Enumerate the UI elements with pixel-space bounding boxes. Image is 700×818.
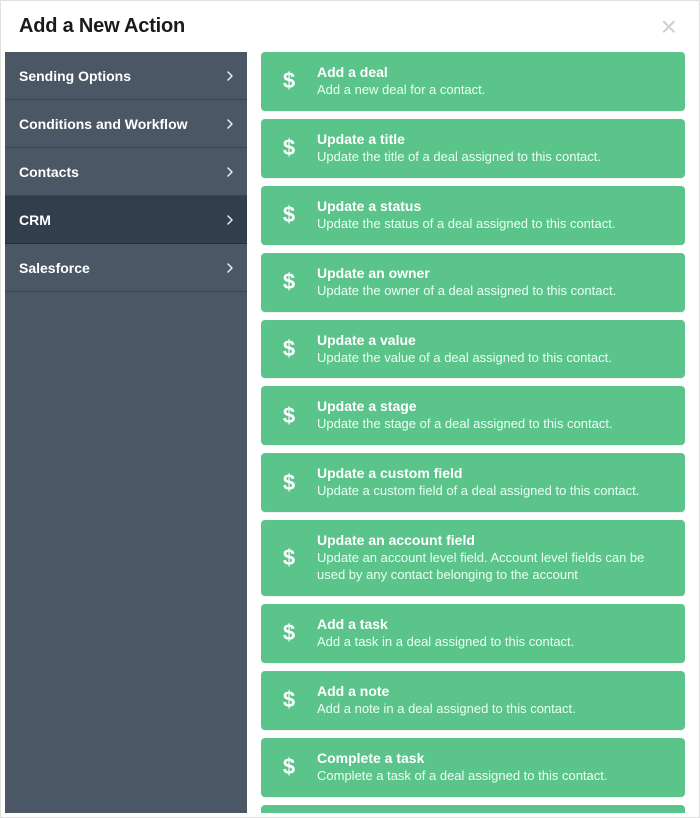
- action-description: Update the status of a deal assigned to …: [317, 216, 671, 233]
- action-title: Update an account field: [317, 532, 671, 548]
- dollar-icon: $: [275, 269, 303, 295]
- chevron-right-icon: [227, 263, 233, 273]
- dollar-icon: $: [275, 545, 303, 571]
- action-text: Update an account field Update an account…: [317, 532, 671, 584]
- sidebar-item-contacts[interactable]: Contacts: [5, 148, 247, 196]
- action-card-update-a-stage[interactable]: $ Update a stage Update the stage of a dea…: [261, 386, 685, 445]
- sidebar-item-crm[interactable]: CRM: [5, 196, 247, 244]
- action-description: Update the value of a deal assigned to t…: [317, 350, 671, 367]
- action-text: Update a value Update the value of a deal…: [317, 332, 671, 367]
- action-description: Add a new deal for a contact.: [317, 82, 671, 99]
- action-description: Add a task in a deal assigned to this co…: [317, 634, 671, 651]
- action-text: Add a deal Add a new deal for a contact.: [317, 64, 671, 99]
- sidebar-item-label: CRM: [19, 212, 51, 228]
- chevron-right-icon: [227, 119, 233, 129]
- dollar-icon: $: [275, 687, 303, 713]
- action-title: Update a custom field: [317, 465, 671, 481]
- dollar-icon: $: [275, 202, 303, 228]
- action-title: Update a value: [317, 332, 671, 348]
- action-description: Update the owner of a deal assigned to t…: [317, 283, 671, 300]
- action-description: Add a note in a deal assigned to this co…: [317, 701, 671, 718]
- action-card-update-a-value[interactable]: $ Update a value Update the value of a dea…: [261, 320, 685, 379]
- action-card-update-an-owner[interactable]: $ Update an owner Update the owner of a de…: [261, 253, 685, 312]
- action-description: Update an account level field. Account l…: [317, 550, 671, 584]
- dollar-icon: $: [275, 336, 303, 362]
- sidebar-item-salesforce[interactable]: Salesforce: [5, 244, 247, 292]
- sidebar-item-label: Sending Options: [19, 68, 131, 84]
- action-card-update-a-custom-field[interactable]: $Update a custom fieldUpdate a custom fi…: [261, 453, 685, 512]
- action-card-add-a-note[interactable]: $ Add a note Add a note in a deal assigned…: [261, 671, 685, 730]
- action-title: Add a note: [317, 683, 671, 699]
- action-card-update-a-title[interactable]: $ Update a title Update the title of a dea…: [261, 119, 685, 178]
- sidebar-item-label: Salesforce: [19, 260, 90, 276]
- action-text: Update an owner Update the owner of a dea…: [317, 265, 671, 300]
- action-description: Update a custom field of a deal assigned…: [317, 483, 671, 500]
- action-text: Update a stage Update the stage of a deal…: [317, 398, 671, 433]
- action-text: Update a title Update the title of a deal…: [317, 131, 671, 166]
- sidebar-item-label: Conditions and Workflow: [19, 116, 188, 132]
- action-text: Update a status Update the status of a de…: [317, 198, 671, 233]
- action-card-update-an-account-field[interactable]: $Update an account fieldUpdate an accoun…: [261, 520, 685, 596]
- dollar-icon: $: [275, 68, 303, 94]
- action-title: Update an owner: [317, 265, 671, 281]
- close-icon[interactable]: ×: [657, 17, 681, 37]
- add-action-modal: Add a New Action × Sending Options Condit…: [0, 0, 700, 818]
- dollar-icon: $: [275, 135, 303, 161]
- sidebar-item-conditions-and-workflow[interactable]: Conditions and Workflow: [5, 100, 247, 148]
- action-card-adjust-a-deal-score[interactable]: $Adjust a deal scoreAdd or remove points…: [261, 805, 685, 813]
- action-title: Add a deal: [317, 64, 671, 80]
- sidebar-item-sending-options[interactable]: Sending Options: [5, 52, 247, 100]
- action-description: Update the stage of a deal assigned to t…: [317, 416, 671, 433]
- action-card-update-a-status[interactable]: $ Update a status Update the status of a d…: [261, 186, 685, 245]
- chevron-right-icon: [227, 215, 233, 225]
- chevron-right-icon: [227, 167, 233, 177]
- dollar-icon: $: [275, 470, 303, 496]
- action-description: Complete a task of a deal assigned to th…: [317, 768, 671, 785]
- sidebar: Sending Options Conditions and Workflow Co…: [5, 52, 247, 813]
- chevron-right-icon: [227, 71, 233, 81]
- action-list: $ Add a deal Add a new deal for a contact.…: [247, 52, 695, 813]
- dollar-icon: $: [275, 620, 303, 646]
- dollar-icon: $: [275, 403, 303, 429]
- action-title: Update a status: [317, 198, 671, 214]
- dollar-icon: $: [275, 754, 303, 780]
- action-title: Update a stage: [317, 398, 671, 414]
- action-card-add-a-task[interactable]: $ Add a task Add a task in a deal assigned…: [261, 604, 685, 663]
- sidebar-item-label: Contacts: [19, 164, 79, 180]
- action-text: Complete a task Complete a task of a deal…: [317, 750, 671, 785]
- modal-title: Add a New Action: [19, 15, 185, 38]
- action-card-complete-a-task[interactable]: $ Complete a task Complete a task of a dea…: [261, 738, 685, 797]
- action-card-add-a-deal[interactable]: $ Add a deal Add a new deal for a contact.: [261, 52, 685, 111]
- action-title: Add a task: [317, 616, 671, 632]
- modal-header: Add a New Action ×: [1, 1, 699, 48]
- action-title: Complete a task: [317, 750, 671, 766]
- action-text: Add a note Add a note in a deal assigned …: [317, 683, 671, 718]
- action-title: Update a title: [317, 131, 671, 147]
- action-text: Add a task Add a task in a deal assigned …: [317, 616, 671, 651]
- modal-body: Sending Options Conditions and Workflow Co…: [1, 48, 699, 817]
- action-description: Update the title of a deal assigned to t…: [317, 149, 671, 166]
- action-text: Update a custom field Update a custom fie…: [317, 465, 671, 500]
